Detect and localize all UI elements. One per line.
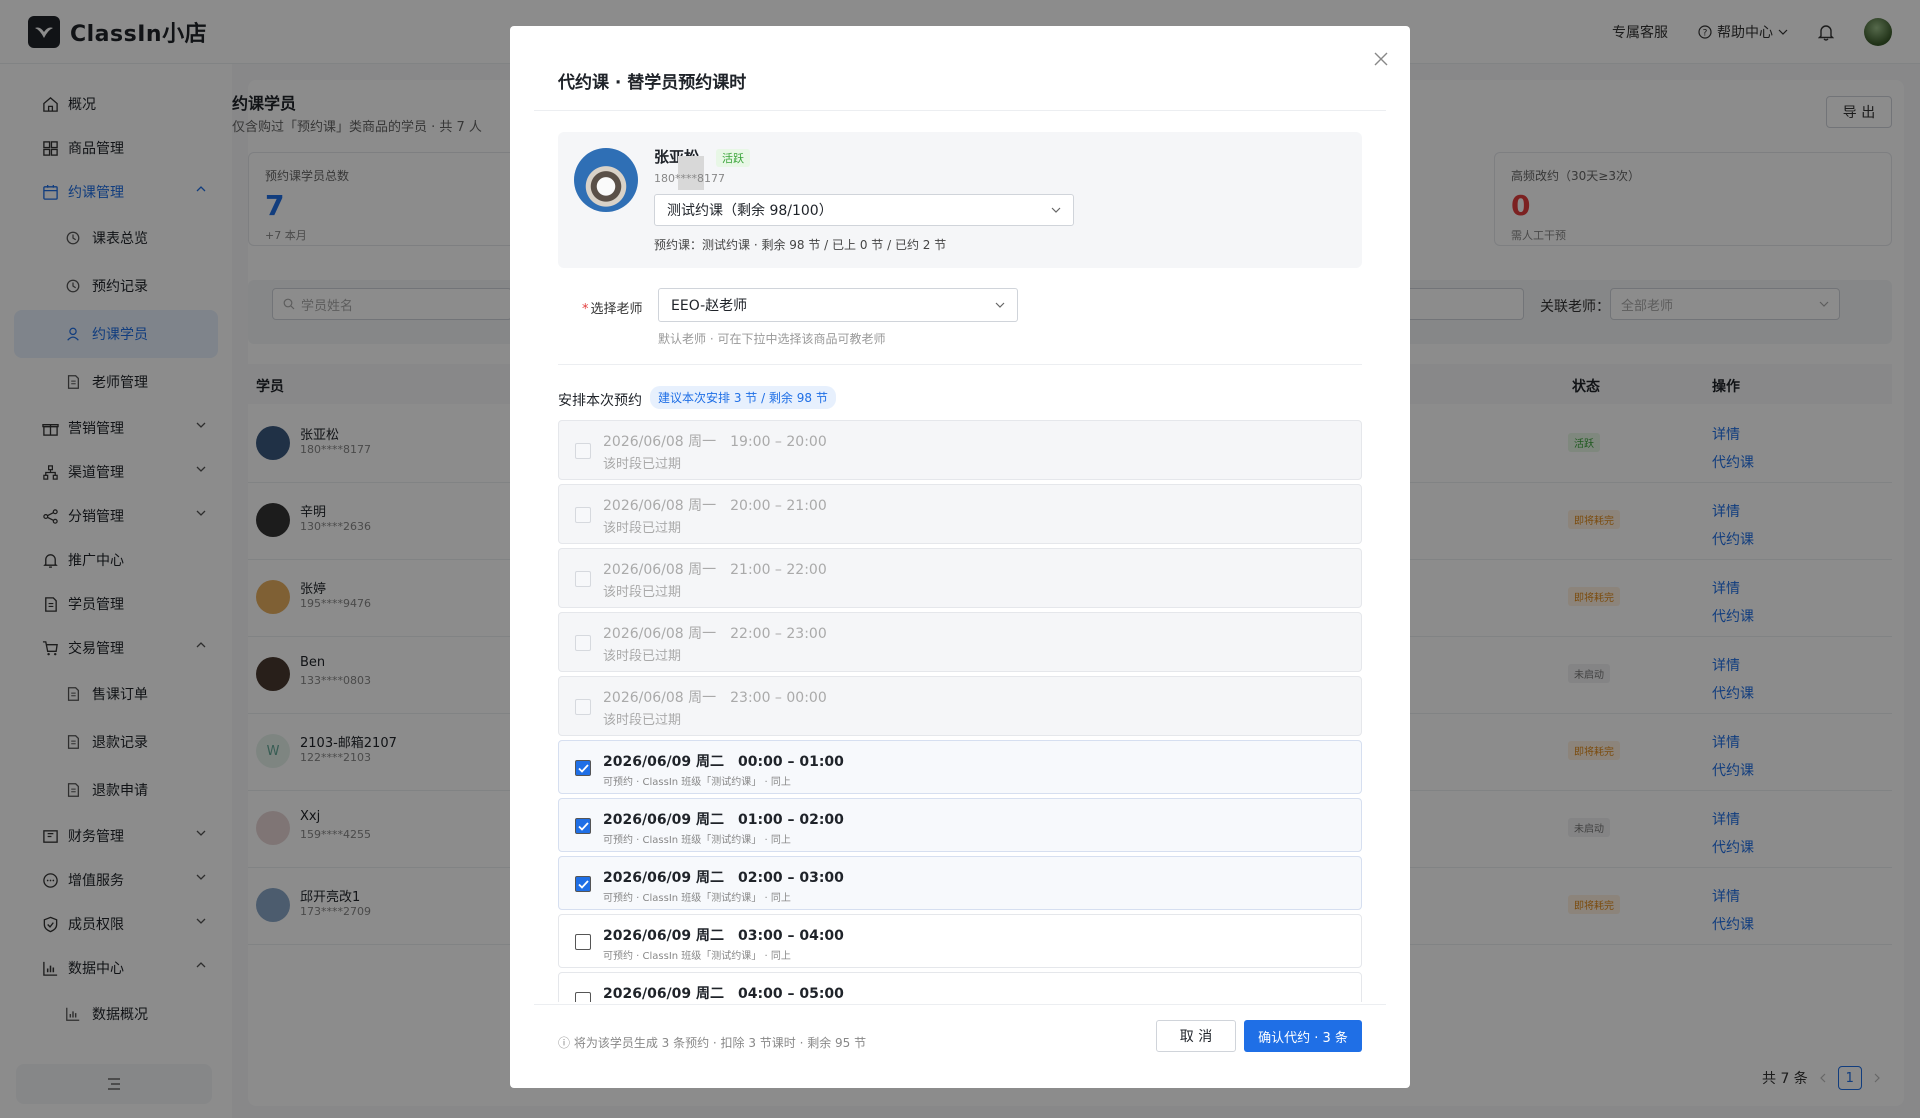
slot-time: 2026/06/09 周二 02:00 – 03:00 <box>603 870 844 886</box>
slot-time: 2026/06/09 周二 01:00 – 02:00 <box>603 812 844 828</box>
time-slot[interactable]: 2026/06/09 周二 02:00 – 03:00 可预约 · ClassIn… <box>558 856 1362 910</box>
time-slot-list[interactable]: 2026/06/08 周一 19:00 – 20:00 该时段已过期 2026/06… <box>558 420 1362 1002</box>
time-slot-expired: 2026/06/08 周一 20:00 – 21:00 该时段已过期 <box>558 484 1362 544</box>
time-slot-expired: 2026/06/08 周一 22:00 – 23:00 该时段已过期 <box>558 612 1362 672</box>
checkmark-icon <box>577 879 589 889</box>
divider <box>558 364 1362 365</box>
slot-checkbox <box>575 443 591 459</box>
slot-checkbox <box>575 571 591 587</box>
slot-time: 2026/06/08 周一 22:00 – 23:00 <box>603 626 827 642</box>
slot-note: 可预约 · ClassIn 班级「测试约课」 · 同上 <box>603 951 791 962</box>
schedule-title: 安排本次预约 <box>558 393 642 409</box>
time-slot[interactable]: 2026/06/09 周二 00:00 – 01:00 可预约 · ClassIn… <box>558 740 1362 794</box>
student-status-badge: 活跃 <box>716 149 750 167</box>
slot-time: 2026/06/08 周一 20:00 – 21:00 <box>603 498 827 514</box>
required-mark: * <box>582 302 589 317</box>
teacher-hint: 默认老师 · 可在下拉中选择该商品可教老师 <box>658 332 886 346</box>
slot-checkbox <box>575 699 591 715</box>
checkmark-icon <box>577 821 589 831</box>
slot-time: 2026/06/08 周一 21:00 – 22:00 <box>603 562 827 578</box>
slot-checkbox <box>575 507 591 523</box>
divider <box>534 110 1386 111</box>
slot-note: 该时段已过期 <box>603 713 682 728</box>
slot-time: 2026/06/08 周一 19:00 – 20:00 <box>603 434 827 450</box>
slot-time: 2026/06/09 周二 04:00 – 05:00 <box>603 986 844 1002</box>
slot-note: 可预约 · ClassIn 班级「测试约课」 · 同上 <box>603 835 791 846</box>
teacher-select[interactable]: EEO-赵老师 <box>658 288 1018 322</box>
close-icon[interactable] <box>1374 52 1388 66</box>
course-select[interactable]: 测试约课（剩余 98/100） <box>654 194 1074 226</box>
slot-note: 该时段已过期 <box>603 521 682 536</box>
time-slot[interactable]: 2026/06/09 周二 04:00 – 05:00可预约 · ClassIn… <box>558 972 1362 1002</box>
slot-checkbox <box>575 635 591 651</box>
slot-note: 可预约 · ClassIn 班级「测试约课」 · 同上 <box>603 893 791 904</box>
confirm-button[interactable]: 确认代约 · 3 条 <box>1244 1020 1362 1052</box>
modal-title: 代约课 · 替学员预约课时 <box>558 73 747 93</box>
slot-time: 2026/06/08 周一 23:00 – 00:00 <box>603 690 827 706</box>
slot-checkbox[interactable] <box>575 992 591 1002</box>
book-for-student-modal: 代约课 · 替学员预约课时 张亚松 活跃 180****8177 测试约课（剩余… <box>510 26 1410 1088</box>
student-card: 张亚松 活跃 180****8177 测试约课（剩余 98/100） 预约课：测… <box>558 132 1362 268</box>
slot-checkbox[interactable] <box>575 876 591 892</box>
footer-info: ⓘ 将为该学员生成 3 条预约 · 扣除 3 节课时 · 剩余 95 节 <box>558 1036 867 1050</box>
slot-checkbox[interactable] <box>575 760 591 776</box>
slot-time: 2026/06/09 周二 00:00 – 01:00 <box>603 754 844 770</box>
slot-checkbox[interactable] <box>575 934 591 950</box>
divider <box>534 1004 1386 1005</box>
chevron-down-icon <box>1051 207 1061 213</box>
time-slot[interactable]: 2026/06/09 周二 03:00 – 04:00 可预约 · ClassIn… <box>558 914 1362 968</box>
teacher-select-value: EEO-赵老师 <box>671 298 748 314</box>
teacher-label: * 选择老师 <box>582 298 643 317</box>
chevron-down-icon <box>995 302 1005 308</box>
cancel-button[interactable]: 取 消 <box>1156 1020 1236 1052</box>
slot-note: 该时段已过期 <box>603 649 682 664</box>
schedule-suggestion-tag: 建议本次安排 3 节 / 剩余 98 节 <box>650 386 836 409</box>
slot-checkbox[interactable] <box>575 818 591 834</box>
time-slot[interactable]: 2026/06/09 周二 01:00 – 02:00 可预约 · ClassIn… <box>558 798 1362 852</box>
time-slot-expired: 2026/06/08 周一 23:00 – 00:00 该时段已过期 <box>558 676 1362 736</box>
checkmark-icon <box>577 763 589 773</box>
time-slot-expired: 2026/06/08 周一 21:00 – 22:00 该时段已过期 <box>558 548 1362 608</box>
slot-time: 2026/06/09 周二 03:00 – 04:00 <box>603 928 844 944</box>
teacher-label-text: 选择老师 <box>590 302 643 317</box>
slot-note: 该时段已过期 <box>603 457 682 472</box>
time-slot-expired: 2026/06/08 周一 19:00 – 20:00 该时段已过期 <box>558 420 1362 480</box>
student-phone: 180****8177 <box>654 172 725 185</box>
slot-note: 该时段已过期 <box>603 585 682 600</box>
slot-note: 可预约 · ClassIn 班级「测试约课」 · 同上 <box>603 777 791 788</box>
course-info: 预约课：测试约课 · 剩余 98 节 / 已上 0 节 / 已约 2 节 <box>654 238 947 252</box>
course-select-value: 测试约课（剩余 98/100） <box>667 203 833 219</box>
student-avatar <box>574 148 638 212</box>
